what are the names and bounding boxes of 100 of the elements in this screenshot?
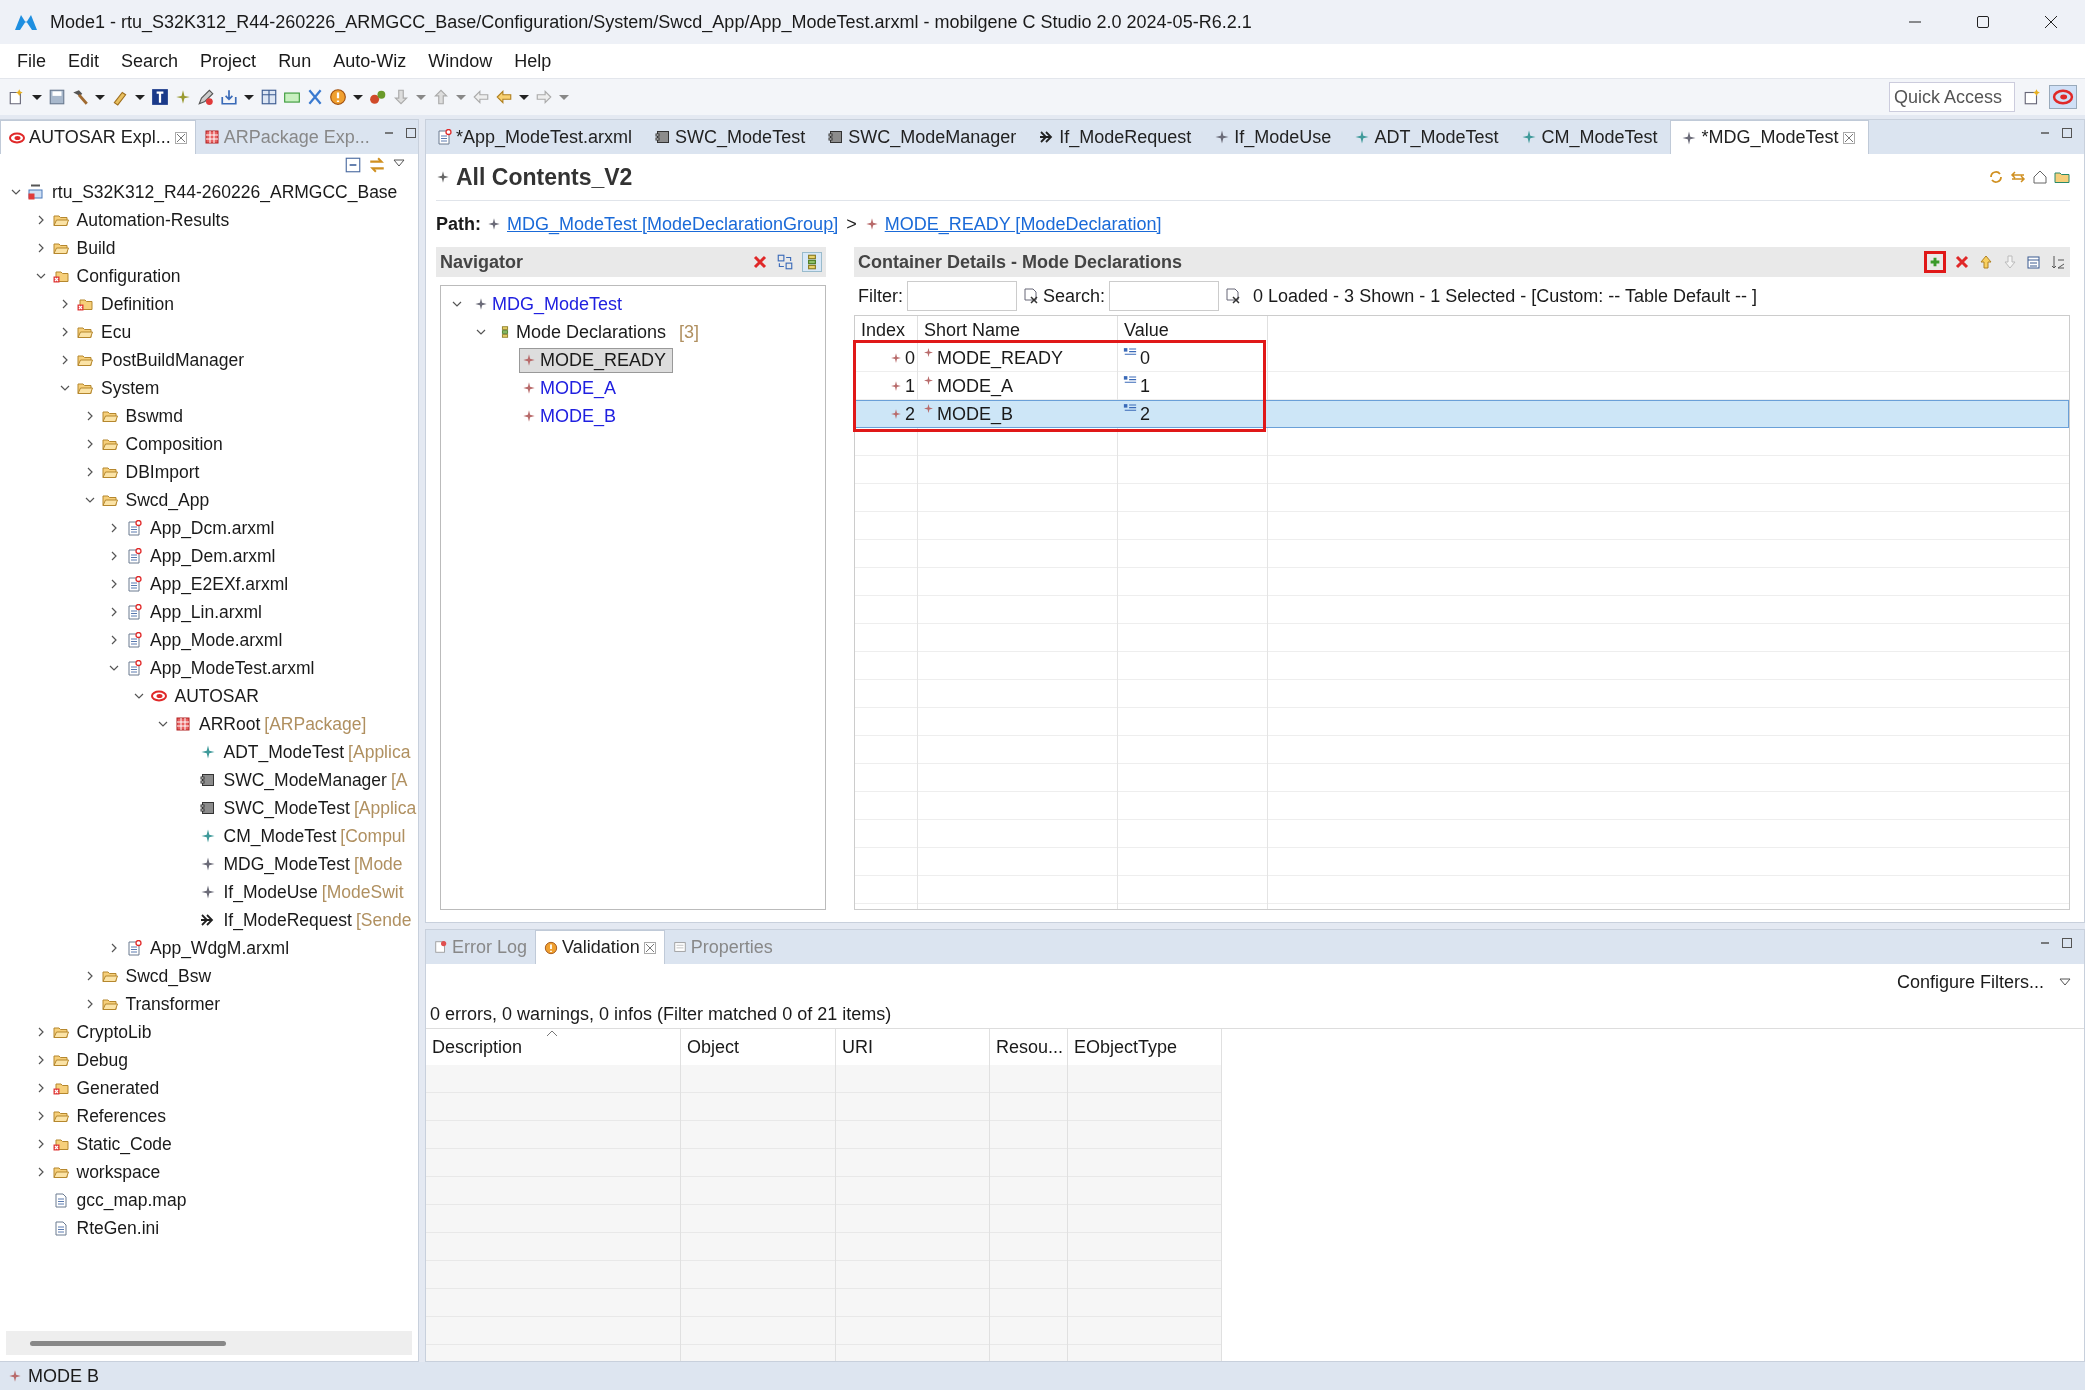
tree-item[interactable]: rtu_S32K312_R44-260226_ARMGCC_Base (52, 181, 398, 203)
delete-icon[interactable] (752, 254, 768, 270)
horizontal-scrollbar[interactable] (6, 1331, 412, 1355)
column-header[interactable]: Value (1118, 316, 1268, 344)
scrollbar-thumb[interactable] (30, 1340, 226, 1346)
tree-item[interactable]: Swcd_App (125, 489, 210, 511)
panel-tab[interactable]: Validation (535, 930, 665, 964)
tree-item[interactable]: Ecu (101, 321, 132, 343)
ring-icon[interactable] (2049, 85, 2077, 109)
tree-item[interactable]: Configuration (76, 265, 181, 287)
tree-item[interactable]: ARRoot (199, 713, 261, 735)
pencil-icon[interactable] (197, 88, 215, 106)
import-icon[interactable] (220, 88, 238, 106)
gears-icon[interactable] (369, 88, 387, 106)
tree-item[interactable]: MDG_ModeTest (223, 853, 350, 875)
breadcrumb-link[interactable]: MODE_READY [ModeDeclaration] (884, 213, 1162, 235)
clear-search-icon[interactable] (1225, 288, 1242, 304)
editor-tab[interactable]: If_ModeRequest (1029, 120, 1205, 154)
panel-tab[interactable]: AUTOSAR Expl... (0, 120, 196, 154)
tree-item[interactable]: Build (76, 237, 116, 259)
table-row[interactable]: 1 MODE_A 1 (855, 372, 2069, 400)
tree-item[interactable]: SWC_ModeManager (223, 769, 387, 791)
editor-tab[interactable]: *MDG_ModeTest (1670, 120, 1869, 154)
menu-item[interactable]: Project (189, 50, 268, 72)
tree-item[interactable]: Automation-Results (76, 209, 230, 231)
search-field[interactable] (1109, 281, 1220, 311)
table-icon[interactable] (260, 88, 278, 106)
menu-item[interactable]: Edit (57, 50, 111, 72)
tree-item[interactable]: DBImport (125, 461, 200, 483)
table-row[interactable]: 2 MODE_B 2 (855, 400, 2069, 428)
folder-icon[interactable] (2054, 169, 2070, 185)
menu-item[interactable]: Run (267, 50, 323, 72)
tree-item[interactable]: Static_Code (76, 1133, 172, 1155)
editor-tab[interactable]: SWC_ModeManager (818, 120, 1030, 154)
navigator-item[interactable]: Mode Declarations (495, 319, 674, 345)
add-icon[interactable] (1924, 251, 1946, 273)
quick-access-field[interactable]: Quick Access (1889, 82, 2015, 112)
list-icon[interactable] (802, 252, 822, 272)
configure-filters-link[interactable]: Configure Filters... (1896, 971, 2044, 993)
breadcrumb-link[interactable]: MDG_ModeTest [ModeDeclarationGroup] (507, 213, 839, 235)
tree-item[interactable]: If_ModeUse (223, 881, 318, 903)
sync-icon[interactable] (776, 253, 794, 271)
tree-item[interactable]: Definition (101, 293, 174, 315)
refresh-icon[interactable] (1988, 169, 2004, 185)
tree-item[interactable]: ADT_ModeTest (223, 741, 345, 763)
tree-item[interactable]: App_Lin.arxml (150, 601, 262, 623)
menu-item[interactable]: Search (110, 50, 190, 72)
tree-item[interactable]: App_E2EXf.arxml (150, 573, 289, 595)
editor-tab[interactable]: ADT_ModeTest (1344, 120, 1512, 154)
tree-item[interactable]: References (76, 1105, 166, 1127)
delete-icon[interactable] (1954, 254, 1970, 270)
editor-tab[interactable]: CM_ModeTest (1511, 120, 1671, 154)
tree-item[interactable]: App_ModeTest.arxml (150, 657, 315, 679)
tree-item[interactable]: App_Mode.arxml (150, 629, 283, 651)
tree-item[interactable]: Composition (125, 433, 223, 455)
editor-tab[interactable]: If_ModeUse (1204, 120, 1345, 154)
tree-item[interactable]: Generated (76, 1077, 160, 1099)
sort-icon[interactable] (2050, 254, 2066, 270)
clear-filter-icon[interactable] (1023, 288, 1039, 304)
tree-item[interactable]: AUTOSAR (174, 685, 259, 707)
navigator-item[interactable]: MODE_B (519, 403, 624, 429)
save-icon[interactable] (48, 88, 66, 106)
editor-tab[interactable]: *App_ModeTest.arxml (426, 120, 646, 154)
tree-item[interactable]: CryptoLib (76, 1021, 152, 1043)
perspective-icon[interactable] (2023, 88, 2041, 106)
navigator-item[interactable]: MDG_ModeTest (471, 291, 630, 317)
tree-item[interactable]: workspace (76, 1161, 161, 1183)
collapse-all-icon[interactable] (344, 156, 362, 174)
navigator-item[interactable]: MODE_A (519, 375, 624, 401)
tree-item[interactable]: App_WdgM.arxml (150, 937, 290, 959)
edit-table-icon[interactable] (2026, 254, 2042, 270)
scissors-icon[interactable] (306, 88, 324, 106)
back-arrow-icon[interactable] (495, 88, 513, 106)
tree-item[interactable]: SWC_ModeTest (223, 797, 350, 819)
navigator-item[interactable]: MODE_READY (519, 347, 674, 373)
swap-icon[interactable] (2010, 169, 2026, 185)
column-header[interactable]: Short Name (918, 316, 1118, 344)
tree-item[interactable]: PostBuildManager (101, 349, 244, 371)
square-icon[interactable] (151, 88, 169, 106)
tree-item[interactable]: App_Dem.arxml (150, 545, 276, 567)
tree-item[interactable]: Swcd_Bsw (125, 965, 212, 987)
column-header[interactable]: Index (855, 316, 918, 344)
editor-tab[interactable]: SWC_ModeTest (645, 120, 819, 154)
menu-item[interactable]: Window (417, 50, 504, 72)
tree-item[interactable]: gcc_map.map (76, 1189, 187, 1211)
menu-item[interactable]: Help (503, 50, 563, 72)
menu-item[interactable]: File (6, 50, 57, 72)
menu-item[interactable]: Auto-Wiz (322, 50, 418, 72)
tree-item[interactable]: Transformer (125, 993, 221, 1015)
tree-item[interactable]: App_Dcm.arxml (150, 517, 275, 539)
tree-item[interactable]: Bswmd (125, 405, 183, 427)
home-icon[interactable] (2032, 169, 2048, 185)
table-row[interactable]: 0 MODE_READY 0 (855, 344, 2069, 372)
close-icon[interactable] (2043, 14, 2059, 30)
filter-field[interactable] (907, 281, 1017, 311)
tree-item[interactable]: RteGen.ini (76, 1217, 160, 1239)
hammer-icon[interactable] (71, 88, 89, 106)
tree-item[interactable]: Debug (76, 1049, 129, 1071)
new-file-icon[interactable] (8, 88, 26, 106)
tree-item[interactable]: CM_ModeTest (223, 825, 337, 847)
